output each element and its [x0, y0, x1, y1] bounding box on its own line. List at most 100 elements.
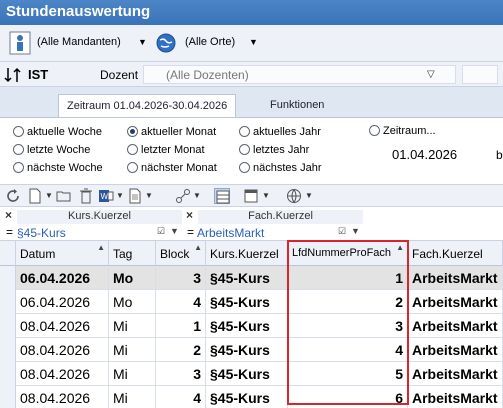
cell-tag[interactable]: Mo: [109, 266, 156, 290]
cell-datum[interactable]: 06.04.2026: [16, 290, 109, 314]
filter-kurs-value[interactable]: §45-Kurs: [17, 226, 66, 240]
column-header-tag[interactable]: Tag: [109, 241, 156, 266]
cell-kurs[interactable]: §45-Kurs: [206, 362, 288, 386]
cell-fach[interactable]: ArbeitsMarkt: [408, 362, 503, 386]
tab-funktionen[interactable]: Funktionen: [262, 94, 332, 117]
cell-fach[interactable]: ArbeitsMarkt: [408, 386, 503, 408]
table-row[interactable]: 06.04.2026 Mo 4 §45-Kurs 2 ArbeitsMarkt: [0, 290, 503, 314]
table-row[interactable]: 08.04.2026 Mi 1 §45-Kurs 3 ArbeitsMarkt: [0, 314, 503, 338]
filter-fach-title: Fach.Kuerzel: [198, 210, 363, 224]
cell-kurs[interactable]: §45-Kurs: [206, 338, 288, 362]
radio-naechstes-jahr[interactable]: nächstes Jahr: [239, 162, 321, 174]
radio-naechste-woche[interactable]: nächste Woche: [13, 162, 103, 174]
cell-kurs[interactable]: §45-Kurs: [206, 314, 288, 338]
new-document-icon[interactable]: [27, 188, 43, 204]
radio-letzte-woche[interactable]: letzte Woche: [13, 144, 90, 156]
close-filter-fach-icon[interactable]: ×: [186, 208, 193, 222]
chevron-down-icon[interactable]: ▼: [45, 191, 53, 200]
table-row[interactable]: 08.04.2026 Mi 4 §45-Kurs 6 ArbeitsMarkt: [0, 386, 503, 408]
cell-datum[interactable]: 08.04.2026: [16, 386, 109, 408]
table-row[interactable]: 08.04.2026 Mi 3 §45-Kurs 5 ArbeitsMarkt: [0, 362, 503, 386]
chevron-down-icon[interactable]: ▼: [170, 226, 179, 236]
trash-icon[interactable]: [78, 188, 94, 204]
cell-datum[interactable]: 06.04.2026: [16, 266, 109, 290]
cell-datum[interactable]: 08.04.2026: [16, 314, 109, 338]
document-list-icon[interactable]: [127, 188, 143, 204]
column-filter-panel: × Kurs.Kuerzel = §45-Kurs ☑ ▼ × Fach.Kue…: [0, 207, 503, 241]
sort-direction-icon[interactable]: [4, 66, 22, 84]
user-info-icon[interactable]: [9, 31, 31, 55]
filter-checkbox-icon[interactable]: ☑: [157, 226, 165, 237]
ist-label: IST: [28, 67, 49, 82]
cell-kurs[interactable]: §45-Kurs: [206, 386, 288, 408]
mandanten-dropdown-value[interactable]: (Alle Mandanten): [37, 36, 121, 48]
cell-block[interactable]: 2: [156, 338, 206, 362]
orte-dropdown-value[interactable]: (Alle Orte): [185, 36, 235, 48]
radio-letzter-monat[interactable]: letzter Monat: [127, 144, 205, 156]
row-indicator[interactable]: [0, 266, 16, 290]
tab-zeitraum[interactable]: Zeitraum 01.04.2026-30.04.2026: [58, 94, 237, 117]
globe-icon[interactable]: [155, 31, 177, 55]
filter-checkbox-icon[interactable]: ☑: [338, 226, 346, 237]
row-indicator[interactable]: [0, 290, 16, 314]
chevron-down-icon[interactable]: ▼: [193, 191, 201, 200]
cell-tag[interactable]: Mi: [109, 314, 156, 338]
cell-fach[interactable]: ArbeitsMarkt: [408, 290, 503, 314]
cell-block[interactable]: 4: [156, 290, 206, 314]
radio-label: nächster Monat: [141, 162, 217, 174]
cell-fach[interactable]: ArbeitsMarkt: [408, 338, 503, 362]
date-from-field[interactable]: 01.04.2026: [387, 144, 487, 164]
chevron-down-icon[interactable]: ▼: [262, 191, 270, 200]
chevron-down-icon[interactable]: ▼: [145, 191, 153, 200]
radio-naechster-monat[interactable]: nächster Monat: [127, 162, 217, 174]
cell-block[interactable]: 3: [156, 266, 206, 290]
radio-aktuelles-jahr[interactable]: aktuelles Jahr: [239, 126, 321, 138]
radio-zeitraum-custom[interactable]: Zeitraum...: [369, 125, 436, 137]
radio-letztes-jahr[interactable]: letztes Jahr: [239, 144, 309, 156]
grid-view-icon[interactable]: [214, 188, 230, 204]
hierarchy-icon[interactable]: [175, 188, 191, 204]
refresh-icon[interactable]: [5, 188, 21, 204]
column-header-block[interactable]: Block ▲: [156, 241, 206, 266]
web-globe-icon[interactable]: [286, 188, 302, 204]
column-header-fach[interactable]: Fach.Kuerzel: [408, 241, 503, 266]
cell-datum[interactable]: 08.04.2026: [16, 362, 109, 386]
close-filter-kurs-icon[interactable]: ×: [5, 208, 12, 222]
cell-kurs[interactable]: §45-Kurs: [206, 266, 288, 290]
radio-circle: [239, 162, 250, 173]
cell-kurs[interactable]: §45-Kurs: [206, 290, 288, 314]
chevron-down-icon[interactable]: ▼: [138, 37, 147, 47]
radio-label: nächste Woche: [27, 162, 103, 174]
dozent-extra-field[interactable]: [462, 65, 498, 84]
radio-aktuelle-woche[interactable]: aktuelle Woche: [13, 126, 102, 138]
dozent-dropdown[interactable]: (Alle Dozenten): [143, 65, 456, 84]
column-header-kurs[interactable]: Kurs.Kuerzel: [206, 241, 288, 266]
dropdown-triangle-icon[interactable]: ▽: [427, 69, 435, 80]
cell-block[interactable]: 3: [156, 362, 206, 386]
cell-datum[interactable]: 08.04.2026: [16, 338, 109, 362]
open-folder-icon[interactable]: [56, 188, 72, 204]
chevron-down-icon[interactable]: ▼: [305, 191, 313, 200]
row-indicator[interactable]: [0, 314, 16, 338]
cell-tag[interactable]: Mo: [109, 290, 156, 314]
filter-fach-value[interactable]: ArbeitsMarkt: [197, 226, 264, 240]
word-export-icon[interactable]: W: [98, 188, 114, 204]
table-row[interactable]: 06.04.2026 Mo 3 §45-Kurs 1 ArbeitsMarkt: [0, 266, 503, 290]
window-layout-icon[interactable]: [243, 188, 259, 204]
table-row[interactable]: 08.04.2026 Mi 2 §45-Kurs 4 ArbeitsMarkt: [0, 338, 503, 362]
cell-tag[interactable]: Mi: [109, 338, 156, 362]
cell-fach[interactable]: ArbeitsMarkt: [408, 314, 503, 338]
row-indicator[interactable]: [0, 338, 16, 362]
cell-fach[interactable]: ArbeitsMarkt: [408, 266, 503, 290]
cell-block[interactable]: 1: [156, 314, 206, 338]
cell-tag[interactable]: Mi: [109, 362, 156, 386]
chevron-down-icon[interactable]: ▼: [116, 191, 124, 200]
radio-aktueller-monat[interactable]: aktueller Monat: [127, 126, 216, 138]
chevron-down-icon[interactable]: ▼: [249, 37, 258, 47]
cell-tag[interactable]: Mi: [109, 386, 156, 408]
row-indicator[interactable]: [0, 362, 16, 386]
chevron-down-icon[interactable]: ▼: [351, 226, 360, 236]
column-header-datum[interactable]: Datum ▲: [16, 241, 109, 266]
cell-block[interactable]: 4: [156, 386, 206, 408]
row-indicator[interactable]: [0, 386, 16, 408]
